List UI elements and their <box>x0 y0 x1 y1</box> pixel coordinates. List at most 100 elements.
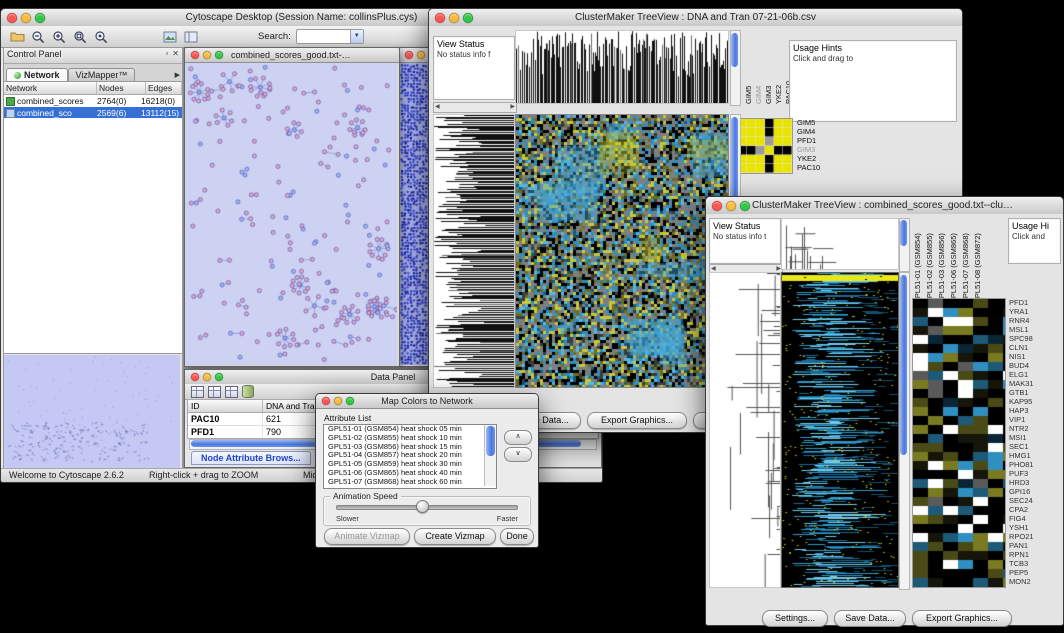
search-label: Search: <box>258 31 291 42</box>
select-attributes-icon[interactable] <box>191 386 204 398</box>
dialog-titlebar[interactable]: Map Colors to Network <box>316 394 538 409</box>
usage-hints-title: Usage Hi <box>1009 219 1060 231</box>
close-button[interactable] <box>712 201 722 211</box>
column-header-id[interactable]: ID <box>188 400 263 412</box>
scroll-left-icon[interactable]: ◀ <box>435 103 440 112</box>
zoom-button[interactable] <box>463 13 473 23</box>
treeview2-top-vscrollbar[interactable] <box>899 218 910 272</box>
close-button[interactable] <box>322 397 330 405</box>
status-welcome: Welcome to Cytoscape 2.6.2 <box>9 470 124 480</box>
tab-vizmapper[interactable]: VizMapper™ <box>68 68 136 81</box>
minimize-button[interactable] <box>21 13 31 23</box>
zoom-button[interactable] <box>740 201 750 211</box>
attribute-list-scrollbar[interactable] <box>484 425 496 486</box>
correlation-matrix-canvas[interactable] <box>737 118 793 174</box>
create-attribute-icon[interactable] <box>208 386 221 398</box>
close-panel-icon[interactable]: ✕ <box>172 49 179 58</box>
zoom-fit-icon[interactable] <box>93 29 109 45</box>
animation-speed-group: Animation Speed Slower Faster <box>323 496 531 526</box>
treeview1-titlebar[interactable]: ClusterMaker TreeView : DNA and Tran 07-… <box>429 9 962 27</box>
snapshot-icon[interactable] <box>162 29 178 45</box>
overview-panel-icon[interactable] <box>183 29 199 45</box>
save-data-button[interactable]: Save Data... <box>834 610 906 627</box>
network-table-header[interactable]: Network Nodes Edges <box>4 82 182 95</box>
database-icon[interactable] <box>242 385 254 398</box>
status-hint-zoom: Right-click + drag to ZOOM <box>149 470 258 480</box>
attribute-listbox[interactable]: GPL51-01 (GSM854) heat shock 05 minGPL51… <box>323 424 497 489</box>
treeview2-titlebar[interactable]: ClusterMaker TreeView : combined_scores_… <box>706 197 1063 215</box>
close-button[interactable] <box>191 51 199 59</box>
usage-hints-panel: Usage Hints Click and drag to <box>789 40 957 122</box>
matrix-row-labels: GIM5GIM4PFD1GIM3YKE2PAC10 <box>797 118 820 172</box>
settings-button[interactable]: Settings... <box>762 610 828 627</box>
control-panel-header: Control Panel ▫ ✕ <box>4 48 182 64</box>
minimize-button[interactable] <box>449 13 459 23</box>
treeview2-vscrollbar[interactable] <box>899 272 910 590</box>
view-status-panel: View Status No status info f <box>433 36 515 100</box>
close-button[interactable] <box>7 13 17 23</box>
move-down-button[interactable]: ∨ <box>504 447 532 462</box>
delete-attribute-icon[interactable] <box>225 386 238 398</box>
zoom-button[interactable] <box>215 51 223 59</box>
minimize-button[interactable] <box>726 201 736 211</box>
heatmap-canvas[interactable] <box>781 272 899 588</box>
slider-thumb[interactable] <box>416 500 429 513</box>
minimize-button[interactable] <box>203 373 211 381</box>
row-dendrogram-canvas[interactable] <box>433 114 515 388</box>
minimize-button[interactable] <box>334 397 342 405</box>
treeview2-title: ClusterMaker TreeView : combined_scores_… <box>706 197 1063 214</box>
float-panel-icon[interactable]: ▫ <box>165 49 168 58</box>
control-panel-tabs: Network VizMapper™ ▶ <box>4 64 182 82</box>
close-button[interactable] <box>191 373 199 381</box>
minimize-button[interactable] <box>417 51 425 59</box>
tab-overflow-icon[interactable]: ▶ <box>175 71 180 79</box>
treeview1-title: ClusterMaker TreeView : DNA and Tran 07-… <box>429 9 962 26</box>
zoom-in-icon[interactable] <box>51 29 67 45</box>
treeview1-column-labels: GIM5GIM4GIM3YKE2PAC10 <box>744 44 793 104</box>
treeview1-hscroll[interactable]: ◀ ▶ <box>433 102 517 113</box>
export-graphics-button[interactable]: Export Graphics... <box>587 412 687 429</box>
search-dropdown-icon[interactable]: ▼ <box>350 30 363 43</box>
row-dendrogram-canvas[interactable] <box>709 272 781 588</box>
heatmap-canvas[interactable] <box>515 114 729 388</box>
close-button[interactable] <box>435 13 445 23</box>
animate-vizmap-button[interactable]: Animate Vizmap <box>324 528 410 545</box>
export-graphics-button[interactable]: Export Graphics... <box>912 610 1012 627</box>
usage-hints-text: Click and <box>1009 231 1060 242</box>
zoom-button[interactable] <box>215 373 223 381</box>
zoom-out-icon[interactable] <box>30 29 46 45</box>
zoom-heatmap-canvas[interactable] <box>912 298 1006 588</box>
network-overview-canvas[interactable] <box>4 355 180 468</box>
minimize-button[interactable] <box>203 51 211 59</box>
scroll-right-icon[interactable]: ▶ <box>510 103 515 112</box>
treeview1-top-vscrollbar[interactable] <box>730 30 741 106</box>
control-panel-label: Control Panel <box>7 49 62 59</box>
attribute-list-items[interactable]: GPL51-01 (GSM854) heat shock 05 minGPL51… <box>324 425 488 487</box>
zoom-button[interactable] <box>35 13 45 23</box>
done-button[interactable]: Done <box>500 528 534 545</box>
treeview2-body: View Status No status info t ◀ ▶ GPL51-0… <box>706 214 1063 625</box>
tab-network[interactable]: Network <box>6 68 68 81</box>
network-view-titlebar[interactable]: combined_scores_good.txt--cluste... <box>185 48 399 63</box>
network-list-empty-area <box>4 118 182 354</box>
usage-hints-title: Usage Hints <box>790 41 956 53</box>
faster-label: Faster <box>497 514 518 523</box>
control-panel: Control Panel ▫ ✕ Network VizMapper™ ▶ Ne… <box>3 47 183 469</box>
usage-hints-text: Click and drag to <box>790 53 956 64</box>
view-status-text: No status info t <box>710 231 780 242</box>
column-dendrogram-canvas[interactable] <box>515 30 729 104</box>
treeview2-column-labels: GPL51-01 (GSM854)GPL51-02 (GSM855)GPL51-… <box>913 218 982 304</box>
view-status-title: View Status <box>710 219 780 231</box>
open-folder-icon[interactable] <box>9 29 25 45</box>
node-attribute-browser-tab[interactable]: Node Attribute Brows... <box>191 451 311 465</box>
zoom-selected-icon[interactable] <box>72 29 88 45</box>
network-canvas[interactable] <box>185 63 397 365</box>
create-vizmap-button[interactable]: Create Vizmap <box>414 528 496 545</box>
move-up-button[interactable]: ∧ <box>504 430 532 445</box>
treeview2-window: ClusterMaker TreeView : combined_scores_… <box>705 196 1064 626</box>
column-dendrogram-canvas[interactable] <box>781 218 899 270</box>
view-status-title: View Status <box>434 37 514 49</box>
search-input[interactable]: ▼ <box>296 29 364 44</box>
zoom-button[interactable] <box>346 397 354 405</box>
close-button[interactable] <box>405 51 413 59</box>
